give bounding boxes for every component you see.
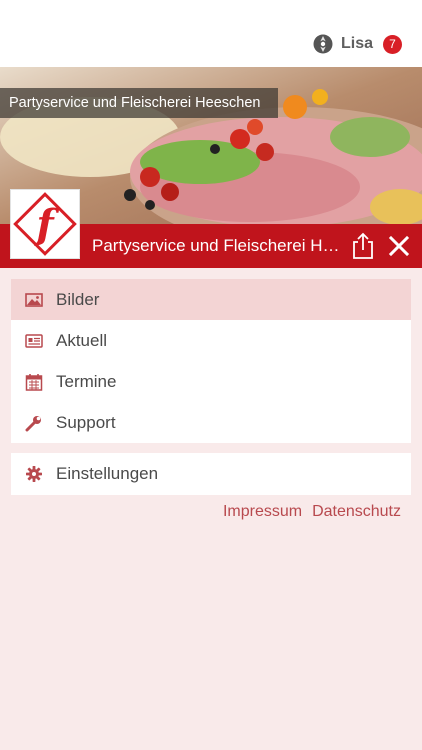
gear-icon	[26, 466, 42, 482]
news-icon	[25, 334, 43, 348]
top-bar: Lisa 7	[0, 0, 422, 67]
hero-caption: Partyservice und Fleischerei Heeschen	[0, 88, 278, 118]
menu-item-einstellungen[interactable]: Einstellungen	[11, 453, 411, 495]
image-icon	[25, 293, 43, 307]
menu-item-bilder[interactable]: Bilder	[11, 279, 411, 320]
calendar-icon	[25, 374, 43, 391]
menu-item-label: Bilder	[56, 290, 100, 309]
notification-badge[interactable]: 7	[383, 34, 402, 54]
close-icon[interactable]	[387, 234, 411, 258]
menu-item-aktuell[interactable]: Aktuell	[11, 320, 411, 361]
settings-menu: Einstellungen	[11, 453, 411, 495]
main-menu: Bilder Aktuell Termine Support	[11, 279, 411, 443]
page-title: Partyservice und Fleischerei Heeschen	[92, 236, 344, 255]
menu-item-label: Aktuell	[56, 331, 108, 350]
share-icon[interactable]	[350, 232, 376, 260]
menu-item-label: Einstellungen	[56, 464, 159, 483]
datenschutz-link[interactable]: Datenschutz	[312, 503, 401, 521]
menu-item-label: Termine	[56, 372, 117, 391]
user-status-icon	[313, 34, 333, 54]
user-menu[interactable]: Lisa 7	[313, 33, 402, 55]
menu-item-support[interactable]: Support	[11, 402, 411, 443]
impressum-link[interactable]: Impressum	[223, 503, 302, 521]
fleischerei-f-logo: f	[10, 189, 80, 259]
menu-item-termine[interactable]: Termine	[11, 361, 411, 402]
footer-links: Impressum Datenschutz	[223, 503, 401, 521]
menu-item-label: Support	[56, 413, 116, 432]
wrench-icon	[25, 416, 41, 432]
svg-text:f: f	[33, 201, 59, 248]
user-name[interactable]: Lisa	[341, 35, 373, 53]
logo-f-icon: f	[13, 192, 77, 256]
